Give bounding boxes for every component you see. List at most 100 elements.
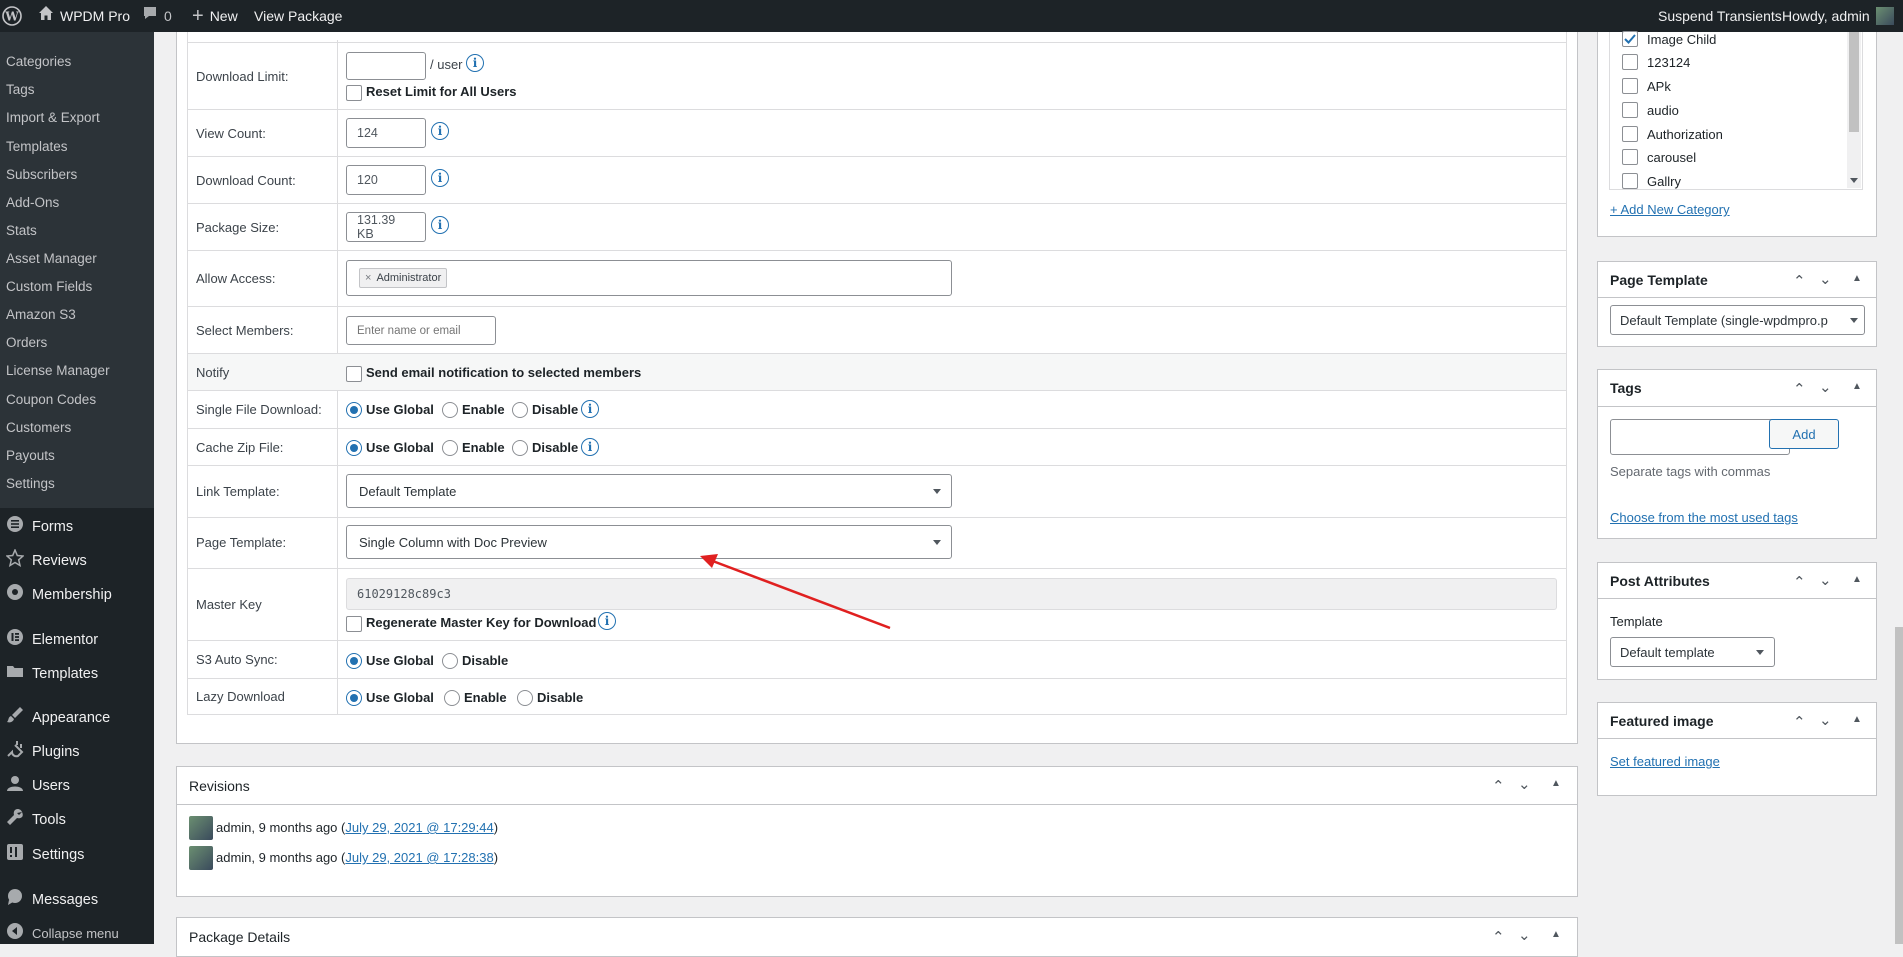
submenu-item[interactable]: License Manager xyxy=(6,362,110,380)
cache-zip-disable-radio[interactable] xyxy=(512,440,528,456)
category-item[interactable]: audio xyxy=(1622,102,1679,118)
revision-link[interactable]: July 29, 2021 @ 17:29:44 xyxy=(345,820,493,835)
regenerate-key-checkbox[interactable] xyxy=(346,616,362,632)
site-name-link[interactable]: WPDM Pro xyxy=(38,0,130,32)
scrollbar[interactable] xyxy=(1847,32,1861,188)
collapse-panel-icon[interactable]: ▲ xyxy=(1852,714,1862,725)
s3-disable-radio[interactable] xyxy=(442,653,458,669)
menu-elementor[interactable]: Elementor xyxy=(6,628,98,652)
collapse-panel-icon[interactable]: ▲ xyxy=(1852,574,1862,585)
move-up-icon[interactable]: ⌃ xyxy=(1793,272,1806,290)
allow-access-select[interactable]: × Administrator xyxy=(346,260,952,296)
submenu-item[interactable]: Templates xyxy=(6,138,68,156)
page-template-dropdown[interactable]: Default Template (single-wpdmpro.p xyxy=(1610,305,1865,335)
suspend-transients-link[interactable]: Suspend Transients xyxy=(1658,0,1782,32)
menu-users[interactable]: Users xyxy=(6,774,70,798)
category-checkbox[interactable] xyxy=(1622,54,1638,70)
wordpress-logo-icon[interactable]: W xyxy=(2,0,24,32)
lazy-disable-radio[interactable] xyxy=(517,690,533,706)
menu-tools[interactable]: Tools xyxy=(6,808,66,832)
menu-membership[interactable]: Membership xyxy=(6,583,112,607)
info-icon[interactable]: i xyxy=(431,169,449,187)
menu-settings[interactable]: Settings xyxy=(6,843,84,867)
move-down-icon[interactable]: ⌄ xyxy=(1819,378,1832,396)
download-count-input[interactable]: 120 xyxy=(346,165,426,195)
menu-plugins[interactable]: Plugins xyxy=(6,740,80,764)
scroll-down-icon[interactable] xyxy=(1850,178,1858,183)
move-up-icon[interactable]: ⌃ xyxy=(1492,928,1505,946)
category-checkbox[interactable] xyxy=(1622,31,1638,47)
lazy-enable-radio[interactable] xyxy=(444,690,460,706)
tags-input[interactable] xyxy=(1610,419,1790,455)
submenu-item[interactable]: Tags xyxy=(6,81,35,99)
submenu-item[interactable]: Orders xyxy=(6,334,47,352)
submenu-item[interactable]: Add New xyxy=(6,32,61,37)
download-limit-input[interactable] xyxy=(346,52,426,80)
submenu-item[interactable]: Customers xyxy=(6,419,71,437)
category-item[interactable]: carousel xyxy=(1622,149,1696,165)
move-up-icon[interactable]: ⌃ xyxy=(1793,380,1806,398)
info-icon[interactable]: i xyxy=(581,438,599,456)
move-down-icon[interactable]: ⌄ xyxy=(1518,926,1531,944)
package-size-input[interactable]: 131.39 KB xyxy=(346,212,426,242)
move-up-icon[interactable]: ⌃ xyxy=(1492,777,1505,795)
submenu-item[interactable]: Categories xyxy=(6,53,71,71)
info-icon[interactable]: i xyxy=(431,216,449,234)
menu-reviews[interactable]: Reviews xyxy=(5,548,87,573)
template-dropdown[interactable]: Default template xyxy=(1610,637,1775,667)
single-file-use-global-radio[interactable] xyxy=(346,402,362,418)
submenu-item[interactable]: Import & Export xyxy=(6,109,100,127)
info-icon[interactable]: i xyxy=(581,400,599,418)
user-menu[interactable]: Howdy, admin xyxy=(1782,0,1894,32)
category-item[interactable]: Authorization xyxy=(1622,126,1723,142)
info-icon[interactable]: i xyxy=(598,612,616,630)
scrollbar-thumb[interactable] xyxy=(1849,32,1859,132)
collapse-panel-icon[interactable]: ▲ xyxy=(1852,273,1862,284)
choose-tags-link[interactable]: Choose from the most used tags xyxy=(1610,510,1798,525)
move-up-icon[interactable]: ⌃ xyxy=(1793,713,1806,731)
submenu-item[interactable]: Amazon S3 xyxy=(6,306,76,324)
s3-use-global-radio[interactable] xyxy=(346,653,362,669)
remove-tag-icon[interactable]: × xyxy=(365,272,371,284)
collapse-panel-icon[interactable]: ▲ xyxy=(1551,929,1561,940)
move-down-icon[interactable]: ⌄ xyxy=(1819,571,1832,589)
move-down-icon[interactable]: ⌄ xyxy=(1819,270,1832,288)
category-item[interactable]: APk xyxy=(1622,78,1671,94)
info-icon[interactable]: i xyxy=(431,122,449,140)
category-checkbox[interactable] xyxy=(1622,126,1638,142)
category-checkbox[interactable] xyxy=(1622,78,1638,94)
category-item[interactable]: Gallry xyxy=(1622,173,1681,189)
lazy-use-global-radio[interactable] xyxy=(346,690,362,706)
page-scrollbar[interactable] xyxy=(1895,32,1903,944)
submenu-item[interactable]: Custom Fields xyxy=(6,278,92,296)
add-category-link[interactable]: + Add New Category xyxy=(1610,202,1730,217)
revision-link[interactable]: July 29, 2021 @ 17:28:38 xyxy=(345,850,493,865)
category-checkbox[interactable] xyxy=(1622,102,1638,118)
cache-zip-enable-radio[interactable] xyxy=(442,440,458,456)
reset-limit-checkbox[interactable] xyxy=(346,85,362,101)
single-file-disable-radio[interactable] xyxy=(512,402,528,418)
new-content-link[interactable]: + New xyxy=(192,0,238,32)
page-scrollbar-thumb[interactable] xyxy=(1895,627,1903,944)
cache-zip-use-global-radio[interactable] xyxy=(346,440,362,456)
menu-messages[interactable]: Messages xyxy=(6,888,98,912)
add-tag-button[interactable]: Add xyxy=(1769,419,1839,449)
menu-forms[interactable]: Forms xyxy=(6,515,73,539)
category-checkbox[interactable] xyxy=(1622,149,1638,165)
collapse-panel-icon[interactable]: ▲ xyxy=(1551,778,1561,789)
move-down-icon[interactable]: ⌄ xyxy=(1819,711,1832,729)
submenu-item[interactable]: Payouts xyxy=(6,447,55,465)
submenu-item[interactable]: Stats xyxy=(6,222,37,240)
menu-appearance[interactable]: Appearance xyxy=(6,706,110,730)
submenu-item[interactable]: Add-Ons xyxy=(6,194,59,212)
view-package-link[interactable]: View Package xyxy=(254,0,342,32)
view-count-input[interactable]: 124 xyxy=(346,118,426,148)
link-template-select[interactable]: Default Template xyxy=(346,474,952,508)
select-members-input[interactable] xyxy=(346,316,496,345)
notify-checkbox[interactable] xyxy=(346,366,362,382)
category-item[interactable]: 123124 xyxy=(1622,54,1690,70)
menu-templates[interactable]: Templates xyxy=(6,662,98,686)
collapse-menu[interactable]: Collapse menu xyxy=(6,922,119,944)
submenu-item[interactable]: Settings xyxy=(6,475,55,493)
category-item[interactable]: Image Child xyxy=(1622,31,1716,47)
